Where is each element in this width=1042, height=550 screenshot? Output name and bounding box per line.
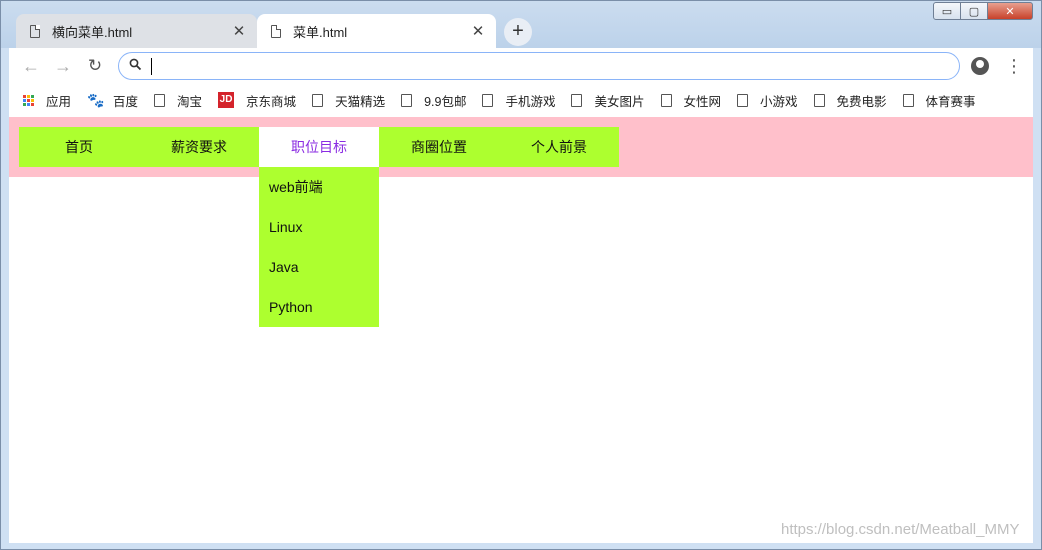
browser-toolbar: ← → ↻ ⋮	[9, 48, 1033, 85]
bookmark-label: 京东商城	[246, 94, 297, 109]
bookmark-label: 应用	[46, 94, 72, 109]
menu-bar: 首页 薪资要求 职位目标 web前端 Linux Java Python 商圈位…	[9, 117, 1033, 327]
bookmark-label: 美女图片	[594, 94, 645, 109]
document-icon	[271, 24, 281, 38]
dropdown-submenu: web前端 Linux Java Python	[259, 167, 379, 327]
browser-window: 横向菜单.html ✕ 菜单.html ✕ + ▭ ▢ ✕ ← → ↻ ⋮ 应用…	[0, 0, 1042, 550]
minimize-button[interactable]: ▭	[933, 2, 961, 20]
bookmark-label: 免费电影	[836, 94, 887, 109]
bookmark-label: 百度	[113, 94, 139, 109]
address-bar[interactable]	[118, 52, 960, 80]
bookmark-99[interactable]: 9.9包邮	[401, 91, 466, 110]
bookmark-baidu[interactable]: 🐾 百度	[87, 91, 138, 110]
bookmark-mobile-games[interactable]: 手机游戏	[482, 91, 555, 110]
document-icon	[902, 93, 914, 107]
close-window-button[interactable]: ✕	[987, 2, 1033, 20]
menu-item-salary[interactable]: 薪资要求	[139, 127, 259, 167]
baidu-paw-icon: 🐾	[87, 92, 105, 108]
jd-icon: JD	[218, 92, 235, 108]
submenu-item-java[interactable]: Java	[259, 247, 379, 287]
bookmark-tmall[interactable]: 天猫精选	[312, 91, 385, 110]
reload-icon[interactable]: ↻	[83, 55, 107, 79]
bookmark-label: 体育赛事	[925, 94, 976, 109]
bookmark-label: 9.9包邮	[424, 94, 467, 109]
account-icon[interactable]	[971, 57, 989, 75]
maximize-button[interactable]: ▢	[960, 2, 988, 20]
bookmark-label: 手机游戏	[505, 94, 556, 109]
submenu-item-linux[interactable]: Linux	[259, 207, 379, 247]
menu-item-home[interactable]: 首页	[19, 127, 139, 167]
menu-item-location[interactable]: 商圈位置	[379, 127, 499, 167]
document-icon	[737, 93, 749, 107]
menu-item-prospects[interactable]: 个人前景	[499, 127, 619, 167]
menu-item-label: 职位目标	[291, 139, 347, 155]
text-caret	[151, 58, 152, 75]
bookmark-sports[interactable]: 体育赛事	[902, 91, 976, 110]
document-icon	[401, 93, 413, 107]
title-bar: 横向菜单.html ✕ 菜单.html ✕ + ▭ ▢ ✕	[1, 1, 1041, 48]
back-arrow-icon[interactable]: ←	[19, 55, 43, 79]
forward-arrow-icon[interactable]: →	[51, 55, 75, 79]
document-icon	[154, 93, 166, 107]
tab-title: 菜单.html	[293, 24, 348, 40]
bookmark-pictures[interactable]: 美女图片	[571, 91, 645, 110]
page-viewport: 首页 薪资要求 职位目标 web前端 Linux Java Python 商圈位…	[9, 115, 1033, 543]
new-tab-button[interactable]: +	[504, 18, 532, 46]
tab-menu[interactable]: 菜单.html ✕	[257, 14, 496, 48]
bookmark-label: 小游戏	[760, 94, 798, 109]
bookmark-movies[interactable]: 免费电影	[813, 91, 887, 110]
more-menu-icon[interactable]: ⋮	[1005, 54, 1023, 78]
bookmark-label: 女性网	[683, 94, 722, 109]
document-icon	[813, 93, 825, 107]
bookmark-label: 淘宝	[177, 94, 203, 109]
nav-menu: 首页 薪资要求 职位目标 web前端 Linux Java Python 商圈位…	[19, 127, 619, 327]
document-icon	[312, 93, 324, 107]
submenu-item-python[interactable]: Python	[259, 287, 379, 327]
document-icon	[571, 93, 583, 107]
document-icon	[660, 93, 672, 107]
bookmark-apps[interactable]: 应用	[23, 91, 71, 110]
menu-item-job-target[interactable]: 职位目标 web前端 Linux Java Python	[259, 127, 379, 327]
tab-title: 横向菜单.html	[52, 24, 133, 40]
apps-icon	[23, 94, 34, 106]
document-icon	[30, 24, 40, 38]
tab-horizontal-menu[interactable]: 横向菜单.html ✕	[16, 14, 257, 48]
bookmarks-bar: 应用 🐾 百度 淘宝 JD 京东商城 天猫精选 9.9包邮 手机游戏 美女图片	[9, 85, 1033, 115]
bookmark-women[interactable]: 女性网	[660, 91, 722, 110]
close-tab-icon[interactable]: ✕	[466, 22, 490, 40]
bookmark-label: 天猫精选	[335, 94, 386, 109]
bookmark-jd[interactable]: JD 京东商城	[218, 91, 296, 110]
document-icon	[482, 93, 494, 107]
watermark-text: https://blog.csdn.net/Meatball_MMY	[781, 521, 1020, 538]
submenu-item-web[interactable]: web前端	[259, 167, 379, 207]
search-icon	[129, 58, 142, 71]
close-tab-icon[interactable]: ✕	[227, 22, 251, 40]
bookmark-taobao[interactable]: 淘宝	[154, 91, 202, 110]
bookmark-mini-games[interactable]: 小游戏	[737, 91, 798, 110]
